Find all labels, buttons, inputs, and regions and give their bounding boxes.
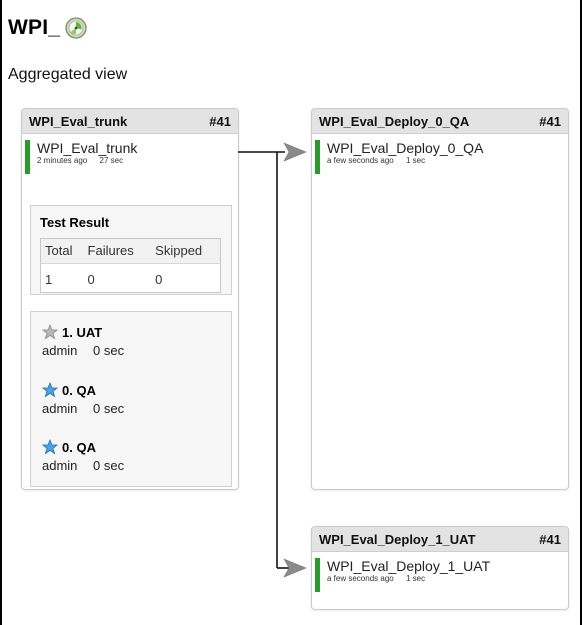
arrow-right-icon bbox=[283, 142, 307, 162]
pipeline-connectors bbox=[238, 142, 307, 578]
connector-lines bbox=[238, 151, 292, 569]
